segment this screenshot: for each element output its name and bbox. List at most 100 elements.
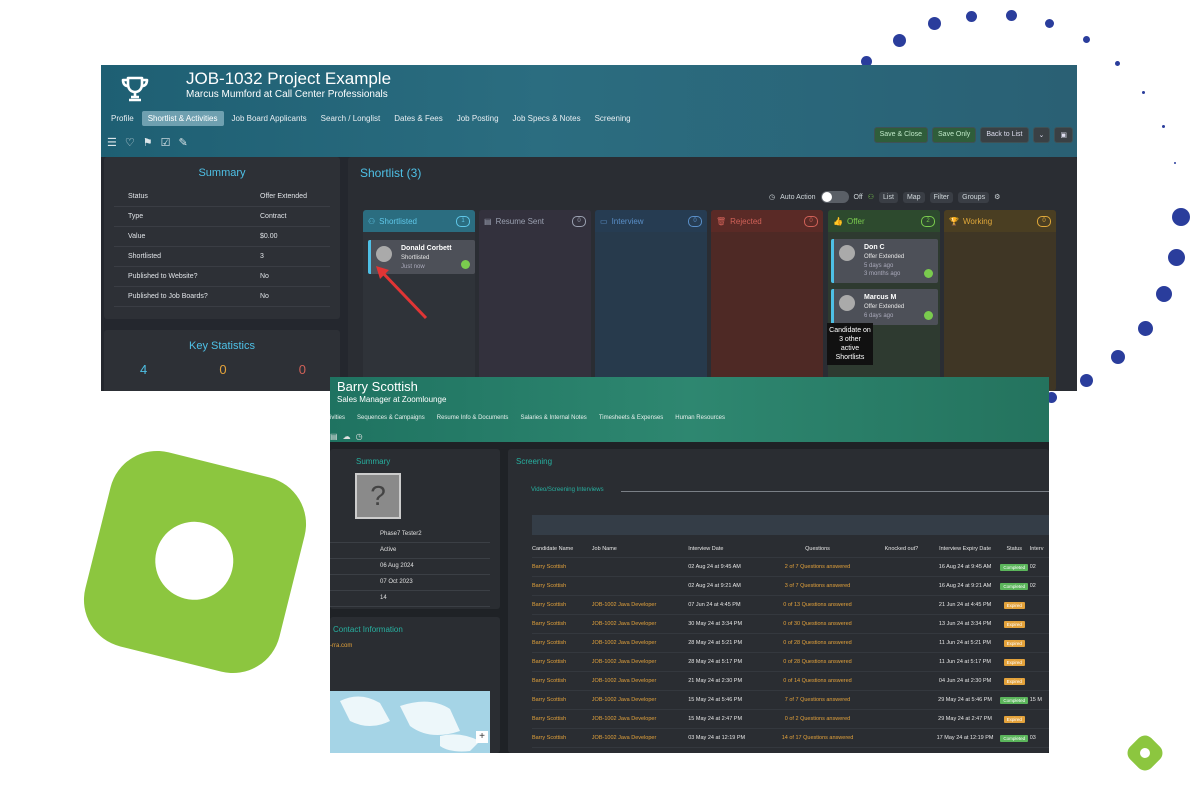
- heart-icon[interactable]: ♡: [125, 136, 135, 149]
- column-header[interactable]: Job Name: [592, 546, 688, 552]
- tab-human-resources[interactable]: Human Resources: [675, 415, 725, 421]
- column-header[interactable]: 🗑 Rejected 0: [711, 210, 823, 232]
- column-header[interactable]: Knocked out?: [872, 546, 932, 552]
- summary-list: Status Offer Extended Type Contract Value $0.…: [114, 187, 330, 307]
- column-header[interactable]: 👍 Offer 2: [828, 210, 940, 232]
- candidate-name-link[interactable]: Barry Scottish: [532, 678, 592, 684]
- window-icon[interactable]: ▣: [1054, 127, 1073, 143]
- tab-shortlist-activities[interactable]: Shortlist & Activities: [141, 111, 224, 126]
- back-to-list-button[interactable]: Back to List: [980, 127, 1029, 143]
- save-only-button[interactable]: Save Only: [932, 127, 977, 143]
- cloud-icon[interactable]: ☁: [343, 432, 351, 441]
- table-row[interactable]: Barry Scottish JOB-1002 Java Developer 15 …: [532, 710, 1049, 729]
- tab-timesheets-expenses[interactable]: Timesheets & Expenses: [599, 415, 663, 421]
- flag-icon[interactable]: ⚑: [143, 136, 153, 149]
- candidate-card[interactable]: Marcus M Offer Extended 6 days ago: [831, 289, 938, 325]
- questions-link[interactable]: 0 of 14 Questions answered: [763, 678, 871, 684]
- groups-button[interactable]: Groups: [958, 191, 990, 203]
- job-name-link[interactable]: JOB-1002 Java Developer: [592, 621, 688, 627]
- tab-sequences-campaigns[interactable]: Sequences & Campaigns: [357, 415, 425, 421]
- candidate-name-link[interactable]: Barry Scottish: [532, 659, 592, 665]
- job-name-link[interactable]: JOB-1002 Java Developer: [592, 659, 688, 665]
- tab-job-board-applicants[interactable]: Job Board Applicants: [226, 111, 313, 126]
- job-name-link[interactable]: JOB-1002 Java Developer: [592, 735, 688, 741]
- filter-button[interactable]: Filter: [929, 191, 954, 203]
- zoom-in-button[interactable]: +: [476, 731, 488, 743]
- column-header[interactable]: 🏆 Working 0: [944, 210, 1056, 232]
- candidate-status: Shortlisted: [401, 255, 430, 261]
- table-row[interactable]: Barry Scottish JOB-1002 Java Developer 30 …: [532, 615, 1049, 634]
- table-row[interactable]: Barry Scottish JOB-1002 Java Developer 15 …: [532, 691, 1049, 710]
- tab-resume-info-documents[interactable]: Resume Info & Documents: [437, 415, 509, 421]
- auto-action-toggle[interactable]: [820, 191, 849, 203]
- questions-link[interactable]: 0 of 28 Questions answered: [763, 659, 871, 665]
- map-view-button[interactable]: Map: [902, 191, 925, 203]
- questions-link[interactable]: 0 of 28 Questions answered: [763, 640, 871, 646]
- candidate-name-link[interactable]: Barry Scottish: [532, 735, 592, 741]
- checkbox-icon[interactable]: ☑: [161, 136, 171, 149]
- table-row[interactable]: Barry Scottish 02 Aug 24 at 9:21 AM 3 of 7…: [532, 577, 1049, 596]
- job-name-link[interactable]: JOB-1002 Java Developer: [592, 602, 688, 608]
- candidate-name-link[interactable]: Barry Scottish: [532, 640, 592, 646]
- tab-dates-fees[interactable]: Dates & Fees: [388, 111, 448, 126]
- interview-date: 03 May 24 at 12:19 PM: [688, 735, 746, 741]
- job-name-link[interactable]: JOB-1002 Java Developer: [592, 716, 688, 722]
- candidate-name-link[interactable]: Barry Scottish: [532, 716, 592, 722]
- table-row[interactable]: Barry Scottish JOB-1002 Java Developer 28 …: [532, 653, 1049, 672]
- chevron-down-icon[interactable]: ⌄: [1032, 127, 1051, 143]
- clock-icon[interactable]: ◷: [356, 432, 363, 441]
- tab-ivities[interactable]: ivities: [330, 415, 345, 421]
- job-name-link[interactable]: JOB-1002 Java Developer: [592, 640, 688, 646]
- candidate-name-link[interactable]: Barry Scottish: [532, 583, 592, 589]
- tab-job-specs-notes[interactable]: Job Specs & Notes: [507, 111, 587, 126]
- candidate-name-link[interactable]: Barry Scottish: [532, 564, 592, 570]
- candidate-name-link[interactable]: Barry Scottish: [532, 621, 592, 627]
- column-header[interactable]: Interview Expiry Date: [931, 546, 999, 552]
- decorative-dot: [1172, 208, 1190, 226]
- column-header[interactable]: Candidate Name: [532, 546, 592, 552]
- table-row[interactable]: Barry Scottish JOB-1002 Java Developer 07 …: [532, 596, 1049, 615]
- table-row[interactable]: Barry Scottish JOB-1002 Java Developer 03 …: [532, 729, 1049, 748]
- list-collapse-icon[interactable]: ☰: [107, 136, 117, 149]
- tab-screening[interactable]: Screening: [589, 111, 637, 126]
- job-name-link[interactable]: JOB-1002 Java Developer: [592, 678, 688, 684]
- column-header[interactable]: ▤ Resume Sent 0: [479, 210, 591, 232]
- location-map[interactable]: +: [330, 691, 490, 753]
- tab-job-posting[interactable]: Job Posting: [451, 111, 505, 126]
- decorative-dot: [927, 16, 941, 30]
- questions-link[interactable]: 0 of 2 Questions answered: [763, 716, 871, 722]
- column-header[interactable]: Interv: [1030, 546, 1049, 552]
- column-header[interactable]: Questions: [763, 546, 871, 552]
- questions-link[interactable]: 2 of 7 Questions answered: [763, 564, 871, 570]
- table-row[interactable]: Barry Scottish JOB-1002 Java Developer 28 …: [532, 634, 1049, 653]
- candidate-name-link[interactable]: Barry Scottish: [532, 602, 592, 608]
- column-header[interactable]: Status: [999, 546, 1030, 552]
- settings-icon[interactable]: ⚙: [994, 193, 1000, 201]
- avatar: [376, 246, 392, 262]
- list-view-button[interactable]: List: [879, 191, 898, 203]
- table-row[interactable]: Barry Scottish 02 Aug 24 at 9:45 AM 2 of 7…: [532, 558, 1049, 577]
- tab-profile[interactable]: Profile: [105, 111, 140, 126]
- questions-link[interactable]: 3 of 7 Questions answered: [763, 583, 871, 589]
- column-header[interactable]: ⚇ Shortlisted 1: [363, 210, 475, 232]
- document-icon[interactable]: ▤: [330, 432, 338, 441]
- tab-search-longlist[interactable]: Search / Longlist: [315, 111, 387, 126]
- questions-link[interactable]: 0 of 13 Questions answered: [763, 602, 871, 608]
- questions-link[interactable]: 14 of 17 Questions answered: [763, 735, 871, 741]
- pin-icon[interactable]: ✎: [179, 136, 188, 149]
- table-row[interactable]: Barry Scottish JOB-1002 Java Developer 21 …: [532, 672, 1049, 691]
- tab-salaries-internal-notes[interactable]: Salaries & Internal Notes: [520, 415, 586, 421]
- user-add-icon[interactable]: ⚇: [868, 193, 874, 201]
- contact-email[interactable]: -rra.com: [330, 643, 352, 649]
- save-close-button[interactable]: Save & Close: [873, 127, 929, 143]
- questions-link[interactable]: 7 of 7 Questions answered: [763, 697, 871, 703]
- candidate-name-link[interactable]: Barry Scottish: [532, 697, 592, 703]
- questions-link[interactable]: 0 of 30 Questions answered: [763, 621, 871, 627]
- status-cell: Completed: [999, 563, 1030, 571]
- column-header[interactable]: Interview Date: [688, 546, 763, 552]
- column-count: 0: [804, 215, 818, 227]
- job-name-link[interactable]: JOB-1002 Java Developer: [592, 697, 688, 703]
- candidate-card[interactable]: Don C Offer Extended 5 days ago 3 months…: [831, 239, 938, 283]
- column-header[interactable]: ▭ Interview 0: [595, 210, 707, 232]
- interview-date: 02 Aug 24 at 9:45 AM: [688, 564, 741, 570]
